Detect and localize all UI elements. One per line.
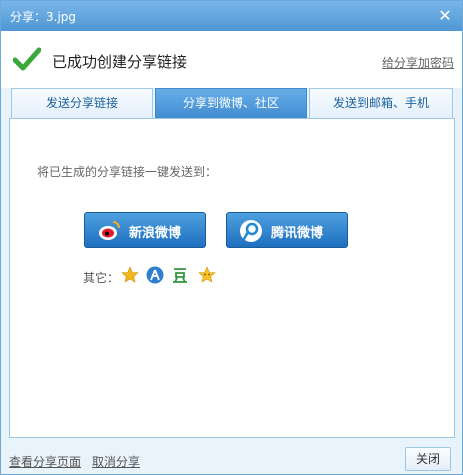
window-title: 分享：3.jpg [10, 10, 77, 24]
close-icon[interactable]: ✕ [436, 7, 454, 25]
sina-weibo-button[interactable]: 新浪微博 [84, 212, 206, 248]
set-password-link[interactable]: 给分享加密码 [382, 54, 454, 71]
others-label: 其它： [83, 271, 120, 285]
star-icon[interactable] [121, 266, 139, 284]
tencent-weibo-button[interactable]: 腾讯微博 [226, 212, 348, 248]
tencent-weibo-icon [240, 220, 262, 242]
tab-bar: 发送分享链接 分享到微博、社区 发送到邮箱、手机 [9, 88, 453, 120]
close-button[interactable]: 关闭 [405, 447, 451, 471]
renren-icon[interactable] [146, 266, 164, 284]
check-icon [13, 47, 41, 71]
tencent-weibo-label: 腾讯微博 [271, 226, 324, 241]
sina-weibo-label: 新浪微博 [129, 226, 182, 241]
tab-send-email-phone[interactable]: 发送到邮箱、手机 [309, 88, 453, 118]
tab-send-link[interactable]: 发送分享链接 [11, 88, 153, 118]
header: 已成功创建分享链接 给分享加密码 [1, 31, 462, 88]
sina-weibo-icon [99, 221, 120, 240]
cancel-share-link[interactable]: 取消分享 [92, 453, 140, 470]
success-message: 已成功创建分享链接 [52, 53, 188, 71]
tab-panel: 将已生成的分享链接一键发送到： 新浪微博 腾讯微博 其它： [9, 118, 455, 438]
kaixin-icon[interactable] [198, 266, 216, 284]
share-dialog: 分享：3.jpg ✕ 已成功创建分享链接 给分享加密码 发送分享链接 分享到微博… [0, 0, 463, 475]
douban-icon[interactable] [171, 266, 189, 284]
tab-share-weibo-community[interactable]: 分享到微博、社区 [155, 88, 307, 120]
hint-text: 将已生成的分享链接一键发送到： [37, 165, 218, 179]
view-share-page-link[interactable]: 查看分享页面 [9, 453, 81, 470]
title-bar[interactable]: 分享：3.jpg ✕ [1, 1, 462, 31]
